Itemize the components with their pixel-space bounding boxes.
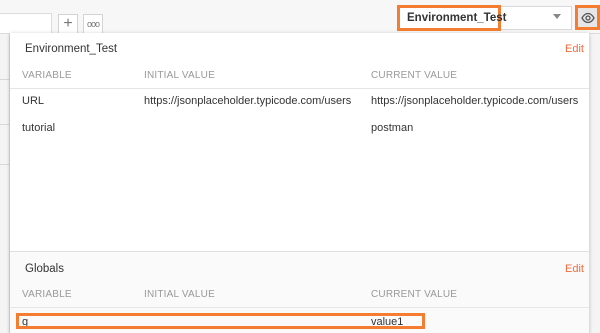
column-header-initial-value: INITIAL VALUE (144, 289, 215, 300)
column-header-variable: VARIABLE (22, 289, 72, 300)
environment-quick-look-panel: Environment_Test Edit VARIABLE INITIAL V… (10, 33, 589, 333)
table-row-initial-value: https://jsonplaceholder.typicode.com/use… (144, 95, 352, 107)
chevron-down-icon[interactable] (553, 14, 561, 19)
column-header-current-value: CURRENT VALUE (371, 289, 458, 300)
header-divider (10, 307, 589, 308)
column-header-variable: VARIABLE (22, 70, 72, 81)
environment-quick-look-button[interactable] (575, 5, 600, 30)
request-tab[interactable] (0, 13, 52, 34)
plus-icon: + (63, 15, 73, 32)
divider (0, 124, 10, 125)
table-row-current-value: postman (371, 122, 414, 134)
sidebar-edge (0, 34, 10, 333)
right-edge (589, 34, 600, 333)
globals-title: Globals (25, 263, 64, 275)
header-divider (10, 88, 589, 89)
eye-icon (580, 12, 595, 23)
table-row-current-value: https://jsonplaceholder.typicode.com/use… (371, 95, 579, 107)
globals-row-highlight (16, 313, 425, 329)
table-row-variable: tutorial (22, 122, 56, 134)
column-header-initial-value: INITIAL VALUE (144, 70, 215, 81)
table-row-variable: URL (22, 95, 45, 107)
environment-name: Environment_Test (25, 43, 118, 55)
more-icon: ooo (86, 19, 100, 29)
selected-environment-text: Environment_Test (407, 12, 507, 24)
divider (0, 79, 10, 80)
globals-edit-link[interactable]: Edit (565, 263, 584, 275)
more-tabs-button[interactable]: ooo (83, 14, 103, 34)
divider (0, 164, 10, 165)
column-header-current-value: CURRENT VALUE (371, 70, 458, 81)
environment-edit-link[interactable]: Edit (565, 43, 584, 55)
add-tab-button[interactable]: + (58, 14, 78, 34)
environment-dropdown-label[interactable]: Environment_Test (397, 5, 506, 31)
